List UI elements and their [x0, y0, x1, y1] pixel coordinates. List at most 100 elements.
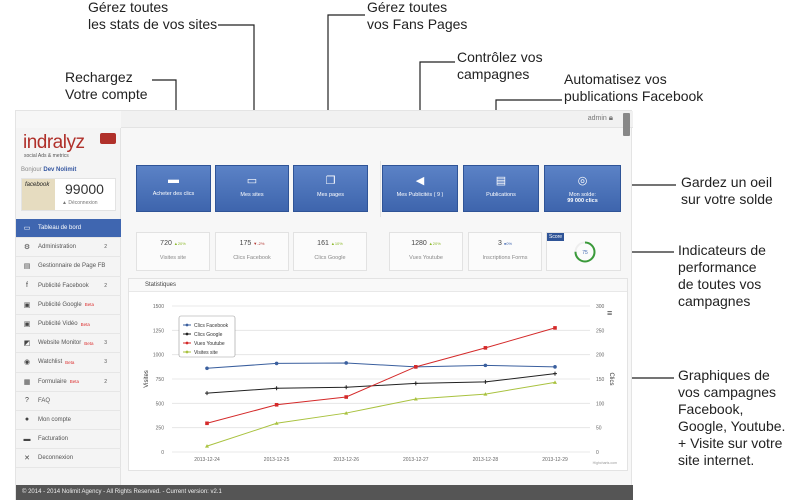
y2-tick-label: 150	[596, 377, 605, 383]
button-label: Publications	[486, 192, 516, 198]
sidebar-item-website-monitor[interactable]: ◩ Website Monitor Beta 3	[16, 334, 121, 354]
coins-icon: ◎	[577, 175, 588, 187]
sidebar-item-publicit-vid-o[interactable]: ▣ Publicité Vidéo Beta	[16, 315, 121, 335]
count-badge: 2	[104, 282, 107, 289]
admin-user-menu[interactable]: admin 🔒︎	[588, 113, 613, 123]
document-share-icon: ▤	[495, 175, 507, 187]
stat-label: Visites site	[159, 255, 187, 261]
data-point	[274, 386, 279, 391]
stat-label: Clics Google	[314, 255, 346, 261]
annotation-line: performance	[678, 259, 757, 275]
y2-tick-label: 50	[596, 426, 602, 432]
monitor-icon: ▭	[246, 175, 258, 187]
data-point	[344, 395, 348, 399]
legend-entry: Visites site	[194, 350, 218, 356]
sidebar-item-label: Mon compte	[38, 416, 72, 423]
sidebar-item-label: Publicité Vidéo	[38, 321, 78, 328]
button-coins[interactable]: ◎ Mon solde: 99 000 clics	[544, 165, 621, 212]
score-value: 75	[582, 250, 588, 256]
sidebar-item-publicit-facebook[interactable]: f Publicité Facebook 2	[16, 277, 121, 296]
sidebar-item-label: Formulaire	[38, 378, 67, 385]
stat-value: 161	[317, 240, 329, 247]
annotation-line: Google, Youtube.	[678, 418, 786, 434]
score-gauge: 75	[574, 241, 596, 263]
annotation-line: Rechargez	[65, 69, 133, 85]
annotation-indicateurs: Indicateurs de performance de toutes vos ca…	[678, 242, 766, 310]
video-icon: ▣	[23, 321, 31, 329]
y2-axis-title: Clics	[608, 373, 614, 386]
facebook-icon: f	[26, 282, 28, 290]
pages-icon: ❐	[325, 175, 336, 187]
y-tick-label: 750	[156, 377, 165, 383]
stat-box: 3 ●0% Inscriptions Forms	[468, 232, 542, 271]
top-bar: admin 🔒︎	[121, 111, 633, 128]
button-pages[interactable]: ❐ Mes pages	[293, 165, 368, 212]
annotation-line: de toutes vos	[678, 276, 762, 292]
sidebar-item-mon-compte[interactable]: ● Mon compte	[16, 411, 121, 431]
x-tick-label: 2013-12-29	[542, 457, 568, 463]
annotation-line: publications Facebook	[564, 88, 704, 104]
sidebar-item-label: Website Monitor	[38, 340, 82, 347]
sidebar-item-faq[interactable]: ? FAQ	[16, 392, 121, 411]
stat-box: 175 ▼-2% Clics Facebook	[215, 232, 289, 271]
beta-badge: Beta	[80, 321, 90, 327]
y-tick-label: 1250	[153, 328, 164, 334]
series-line	[206, 327, 556, 424]
data-point	[483, 346, 488, 350]
legend-marker	[185, 323, 189, 327]
sidebar-item-administration[interactable]: ⚙ Administration 2	[16, 238, 121, 258]
menu-icon[interactable]: ≡	[607, 308, 612, 318]
sidebar-item-tableau-de-bord[interactable]: ▭ Tableau de bord	[16, 219, 121, 239]
balance-box: facebook 99000 ▲ Déconnexion	[21, 178, 116, 211]
sidebar-item-formulaire[interactable]: ▦ Formulaire Beta 2	[16, 373, 121, 392]
button-label: Mes pages	[317, 192, 344, 198]
button-megaphone[interactable]: ◀ Mes Publicités ( 9 )	[382, 165, 458, 212]
data-point	[344, 361, 348, 365]
question-icon: ?	[25, 397, 29, 405]
sidebar-item-publicit-google[interactable]: ▣ Publicité Google Beta	[16, 296, 121, 315]
button-document-share[interactable]: ▤ Publications	[463, 165, 539, 212]
stat-value: 175	[239, 240, 252, 247]
sidebar-item-facturation[interactable]: ▬ Facturation	[16, 430, 121, 450]
app-window: admin 🔒︎ indralyz social Ads & metrics Bo…	[15, 110, 633, 500]
legend-entry: Clics Google	[194, 332, 223, 338]
button-credit-card[interactable]: ▬ Acheter des clics	[136, 165, 211, 212]
y2-tick-label: 100	[596, 401, 605, 407]
sidebar-item-label: FAQ	[38, 397, 51, 404]
divider	[380, 161, 381, 217]
x-tick-label: 2013-12-27	[403, 457, 429, 463]
close-icon: ✕	[24, 455, 30, 463]
stat-value: 1280	[411, 240, 427, 247]
annotation-stats-sites: Gérez toutes les stats de vos sites	[88, 0, 217, 33]
stat-value: 720	[160, 240, 172, 247]
sidebar: indralyz social Ads & metrics Bonjour Dev…	[16, 128, 121, 486]
score-label: Score	[547, 233, 565, 241]
legend-marker	[185, 341, 189, 345]
annotation-graphiques: Graphiques de vos campagnes Facebook, Googl…	[678, 367, 785, 469]
beta-badge: Beta	[69, 379, 79, 385]
logout-link[interactable]: ▲ Déconnexion	[62, 200, 98, 206]
annotation-line: Gérez toutes	[88, 0, 169, 15]
chart-icon: ◩	[23, 340, 31, 348]
user-icon: ●	[24, 416, 30, 424]
button-monitor[interactable]: ▭ Mes sites	[215, 165, 289, 212]
gears-icon: ⚙	[23, 244, 31, 252]
legend-entry: Clics Facebook	[194, 323, 229, 329]
scrollbar[interactable]	[623, 113, 630, 136]
sidebar-item-watchlist[interactable]: ◉ Watchlist Beta 3	[16, 353, 121, 373]
user-name: Dev Nolimit	[43, 167, 77, 173]
stat-box: 161 ▲10% Clics Google	[293, 232, 367, 271]
button-label: Mes Publicités ( 9 )	[396, 192, 444, 198]
score-box: Score 75	[546, 232, 621, 271]
sidebar-item-label: Tableau de bord	[38, 225, 82, 232]
data-point	[205, 366, 209, 371]
y2-tick-label: 200	[596, 353, 605, 359]
stat-delta: ▲20%	[428, 241, 441, 246]
sidebar-item-gestionnaire-de-page-fb[interactable]: ▤ Gestionnaire de Page FB	[16, 257, 121, 277]
y-tick-label: 500	[156, 401, 165, 407]
stat-delta: ▲10%	[330, 241, 343, 246]
sidebar-item-deconnexion[interactable]: ✕ Deconnexion	[16, 449, 121, 469]
data-point	[205, 421, 209, 426]
statistics-header: Statistiques	[129, 279, 627, 292]
count-badge: 2	[104, 378, 107, 385]
